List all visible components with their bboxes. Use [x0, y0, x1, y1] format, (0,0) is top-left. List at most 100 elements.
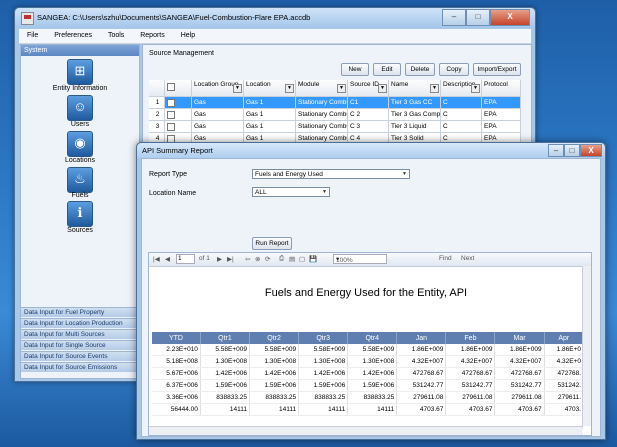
report-type-label: Report Type — [149, 171, 188, 178]
chevron-down-icon: ▼ — [322, 189, 327, 195]
print-layout-icon[interactable]: ▤ — [289, 255, 295, 263]
first-page-icon[interactable]: |◀ — [153, 255, 160, 263]
col-module[interactable]: Module ▼ — [296, 80, 348, 96]
col-apr: Apr — [544, 332, 585, 344]
row-checkbox[interactable] — [167, 99, 175, 107]
report-body: Report Type Fuels and Energy Used ▼ Locat… — [141, 158, 601, 437]
sidebar-section-location-production[interactable]: Data Input for Location Production — [21, 318, 139, 328]
location-name-select[interactable]: ALL ▼ — [252, 187, 330, 197]
report-table: YTD Qtr1 Qtr2 Qtr3 Qtr4 Jan Feb Mar Apr … — [152, 332, 585, 416]
last-page-icon[interactable]: ▶| — [227, 255, 234, 263]
edit-button[interactable]: Edit — [373, 63, 401, 76]
report-title-bar[interactable]: API Summary Report – □ X — [137, 143, 605, 158]
col-name[interactable]: Name ▼ — [389, 80, 441, 96]
entity-icon[interactable]: ⊞ — [67, 59, 93, 85]
col-qtr3: Qtr3 — [298, 332, 349, 344]
chevron-down-icon: ▼ — [402, 171, 407, 177]
back-icon[interactable]: ⇦ — [245, 255, 250, 263]
filter-dropdown-icon: ▼ — [337, 84, 346, 93]
sidebar-item-fuels[interactable]: Fuels — [21, 192, 139, 199]
zoom-select[interactable]: 100% ▾ — [333, 254, 387, 264]
col-location-group[interactable]: Location Group ▼ — [192, 80, 244, 96]
copy-button[interactable]: Copy — [439, 63, 469, 76]
row-checkbox[interactable] — [167, 111, 175, 119]
source-management-label: Source Management — [149, 50, 214, 57]
report-type-select[interactable]: Fuels and Energy Used ▼ — [252, 169, 410, 179]
sidebar-section-single-source[interactable]: Data Input for Single Source — [21, 340, 139, 350]
col-qtr1: Qtr1 — [200, 332, 251, 344]
stop-icon[interactable]: ⊗ — [255, 255, 260, 263]
col-qtr4: Qtr4 — [347, 332, 398, 344]
table-row: 5.18E+008 1.30E+008 1.30E+008 1.30E+008 1.30… — [152, 355, 585, 368]
col-qtr2: Qtr2 — [249, 332, 300, 344]
menu-help[interactable]: Help — [173, 29, 201, 39]
report-maximize-button[interactable]: □ — [564, 144, 580, 157]
col-mar: Mar — [494, 332, 545, 344]
users-icon[interactable]: ☺ — [67, 95, 93, 121]
report-window-title: API Summary Report — [142, 146, 213, 155]
col-source-id[interactable]: Source ID ▼ — [348, 80, 389, 96]
page-number-input[interactable]: 1 — [176, 254, 195, 264]
sidebar-section-multi-sources[interactable]: Data Input for Multi Sources — [21, 329, 139, 339]
filter-dropdown-icon: ▼ — [430, 84, 439, 93]
report-close-button[interactable]: X — [580, 144, 602, 157]
table-row: 3.36E+006 838833.25 838833.25 838833.25 8388… — [152, 391, 585, 404]
run-report-button[interactable]: Run Report — [252, 237, 292, 250]
minimize-button[interactable]: – — [442, 9, 466, 26]
api-summary-report-window: API Summary Report – □ X Report Type Fue… — [136, 142, 606, 440]
select-all-checkbox[interactable] — [167, 83, 175, 91]
next-page-icon[interactable]: ▶ — [217, 255, 222, 263]
table-row: 2.23E+010 5.58E+009 5.58E+009 5.58E+009 5.58… — [152, 344, 585, 356]
menu-reports[interactable]: Reports — [132, 29, 171, 39]
row-checkbox[interactable] — [167, 123, 175, 131]
horizontal-scrollbar[interactable] — [149, 426, 583, 435]
menu-tools[interactable]: Tools — [100, 29, 130, 39]
table-row[interactable]: 1 Gas Gas 1 Stationary Combu... C1 Tier … — [149, 97, 521, 109]
col-protocol[interactable]: Protocol — [482, 80, 521, 96]
sidebar-item-users[interactable]: Users — [21, 121, 139, 128]
table-row: 6.37E+006 1.59E+006 1.59E+006 1.59E+006 1.59… — [152, 379, 585, 392]
filter-dropdown-icon: ▼ — [233, 84, 242, 93]
sidebar-section-source-emissions[interactable]: Data Input for Source Emissions — [21, 362, 139, 372]
close-button[interactable]: X — [490, 9, 530, 26]
col-description[interactable]: Description ▼ — [441, 80, 482, 96]
sources-icon[interactable]: ℹ — [67, 201, 93, 227]
prev-page-icon[interactable]: ◀ — [165, 255, 170, 263]
table-row[interactable]: 2 Gas Gas 1 Stationary Combu... C 2 Tier… — [149, 109, 521, 121]
refresh-icon[interactable]: ⟳ — [265, 255, 270, 263]
filter-dropdown-icon: ▼ — [378, 84, 387, 93]
delete-button[interactable]: Delete — [405, 63, 435, 76]
sidebar-item-locations[interactable]: Locations — [21, 157, 139, 164]
import-export-button[interactable]: Import/Export — [473, 63, 521, 76]
table-row: 56444.00 14111 14111 14111 14111 4703.67 4703.… — [152, 403, 585, 416]
maximize-button[interactable]: □ — [466, 9, 490, 26]
filter-dropdown-icon: ▼ — [471, 84, 480, 93]
grid-header: Location Group ▼ Location ▼ Module ▼ Source… — [149, 80, 521, 97]
print-icon[interactable]: ⎙ — [279, 255, 284, 263]
sidebar-header[interactable]: System — [21, 45, 139, 56]
table-row[interactable]: 3 Gas Gas 1 Stationary Combu... C 3 Tier… — [149, 121, 521, 133]
location-name-label: Location Name — [149, 190, 197, 197]
filter-dropdown-icon: ▼ — [285, 84, 294, 93]
report-minimize-button[interactable]: – — [548, 144, 564, 157]
table-row: 5.67E+006 1.42E+006 1.42E+006 1.42E+006 1.42… — [152, 367, 585, 380]
col-location[interactable]: Location ▼ — [244, 80, 296, 96]
menu-preferences[interactable]: Preferences — [46, 29, 98, 39]
col-ytd: YTD — [152, 332, 201, 344]
vertical-scrollbar[interactable] — [582, 266, 591, 426]
sidebar-section-source-events[interactable]: Data Input for Source Events — [21, 351, 139, 361]
sidebar-item-entity-information[interactable]: Entity Information — [21, 85, 139, 92]
menu-file[interactable]: File — [19, 29, 44, 39]
sidebar-item-sources[interactable]: Sources — [21, 227, 139, 234]
new-button[interactable]: New — [341, 63, 369, 76]
export-icon[interactable]: 💾 — [309, 255, 317, 263]
sidebar-section-fuel-property[interactable]: Data Input for Fuel Property — [21, 307, 139, 317]
locations-icon[interactable]: ◉ — [67, 131, 93, 157]
page-setup-icon[interactable]: ▢ — [299, 255, 305, 263]
main-title-bar[interactable]: SANGEA: C:\Users\szhu\Documents\SANGEA\F… — [15, 8, 535, 28]
find-link[interactable]: Find — [439, 255, 452, 262]
page-count: of 1 — [199, 255, 210, 262]
next-link[interactable]: Next — [461, 255, 474, 262]
main-window-title: SANGEA: C:\Users\szhu\Documents\SANGEA\F… — [37, 13, 311, 22]
fuels-icon[interactable]: ♨ — [67, 167, 93, 193]
